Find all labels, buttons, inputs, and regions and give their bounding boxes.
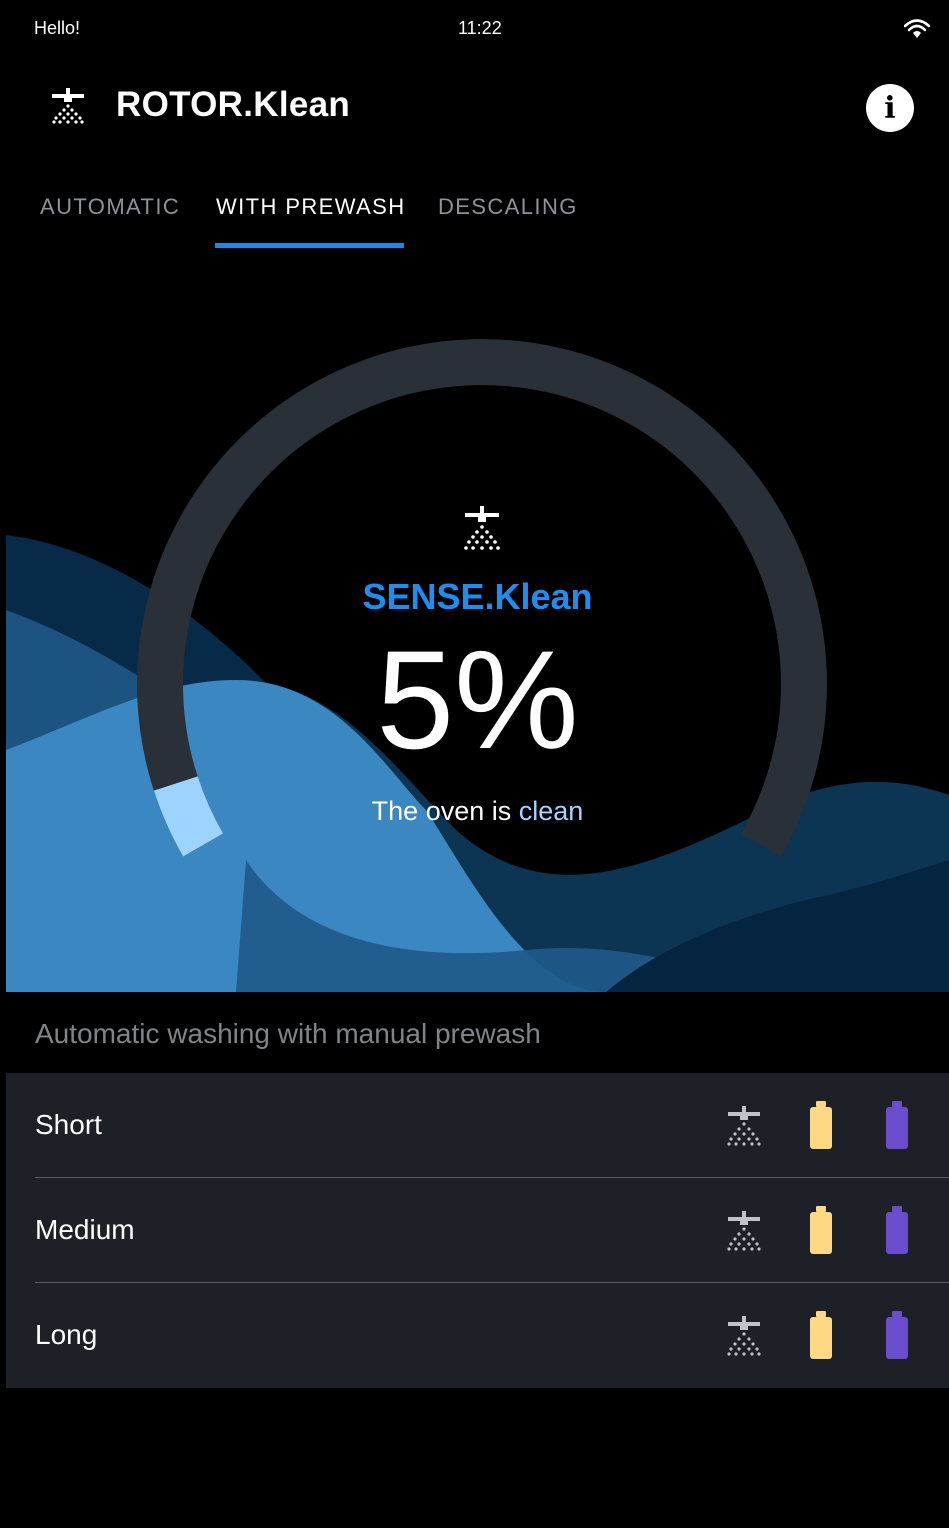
spray-icon bbox=[727, 1316, 761, 1356]
app-title: ROTOR.Klean bbox=[116, 85, 351, 124]
tab-descaling[interactable]: DESCALING bbox=[438, 194, 578, 220]
program-name: Medium bbox=[35, 1214, 135, 1245]
spray-icon bbox=[727, 1211, 761, 1251]
status-bar: Hello! 11:22 bbox=[0, 0, 949, 56]
info-button[interactable]: i bbox=[866, 84, 914, 132]
yellow-cartridge-icon bbox=[810, 1311, 832, 1359]
shower-icon bbox=[464, 506, 500, 550]
program-name: Long bbox=[35, 1319, 98, 1350]
purple-cartridge-icon bbox=[886, 1101, 908, 1149]
cleanliness-percent: 5% bbox=[376, 621, 579, 778]
tab-with-prewash[interactable]: WITH PREWASH bbox=[216, 194, 406, 220]
program-row-long[interactable]: Long bbox=[6, 1283, 949, 1388]
yellow-cartridge-icon bbox=[810, 1206, 832, 1254]
yellow-cartridge-icon bbox=[810, 1101, 832, 1149]
active-tab-indicator bbox=[215, 243, 404, 248]
program-name: Short bbox=[35, 1109, 102, 1140]
program-row-medium[interactable]: Medium bbox=[6, 1178, 949, 1283]
program-row-short[interactable]: Short bbox=[6, 1073, 949, 1178]
purple-cartridge-icon bbox=[886, 1311, 908, 1359]
app-bar: ROTOR.Klean i bbox=[0, 70, 949, 142]
wifi-icon bbox=[904, 19, 930, 38]
cleanliness-gauge-panel: SENSE.Klean 5% The oven is clean bbox=[6, 250, 949, 992]
oven-status-word: clean bbox=[518, 796, 584, 826]
status-time: 11:22 bbox=[458, 18, 502, 38]
oven-status-prefix: The oven is bbox=[371, 796, 512, 826]
oven-status: The oven is clean bbox=[6, 796, 949, 827]
tab-automatic[interactable]: AUTOMATIC bbox=[40, 194, 180, 220]
status-greeting: Hello! bbox=[34, 18, 81, 38]
spray-icon bbox=[727, 1106, 761, 1146]
purple-cartridge-icon bbox=[886, 1206, 908, 1254]
program-list: Short Medium Long bbox=[6, 1073, 949, 1388]
info-icon: i bbox=[884, 90, 896, 126]
gauge-title: SENSE.Klean bbox=[362, 576, 593, 617]
tab-bar: AUTOMATIC WITH PREWASH DESCALING bbox=[0, 178, 949, 248]
section-label: Automatic washing with manual prewash bbox=[35, 1018, 541, 1049]
shower-icon bbox=[52, 88, 84, 124]
